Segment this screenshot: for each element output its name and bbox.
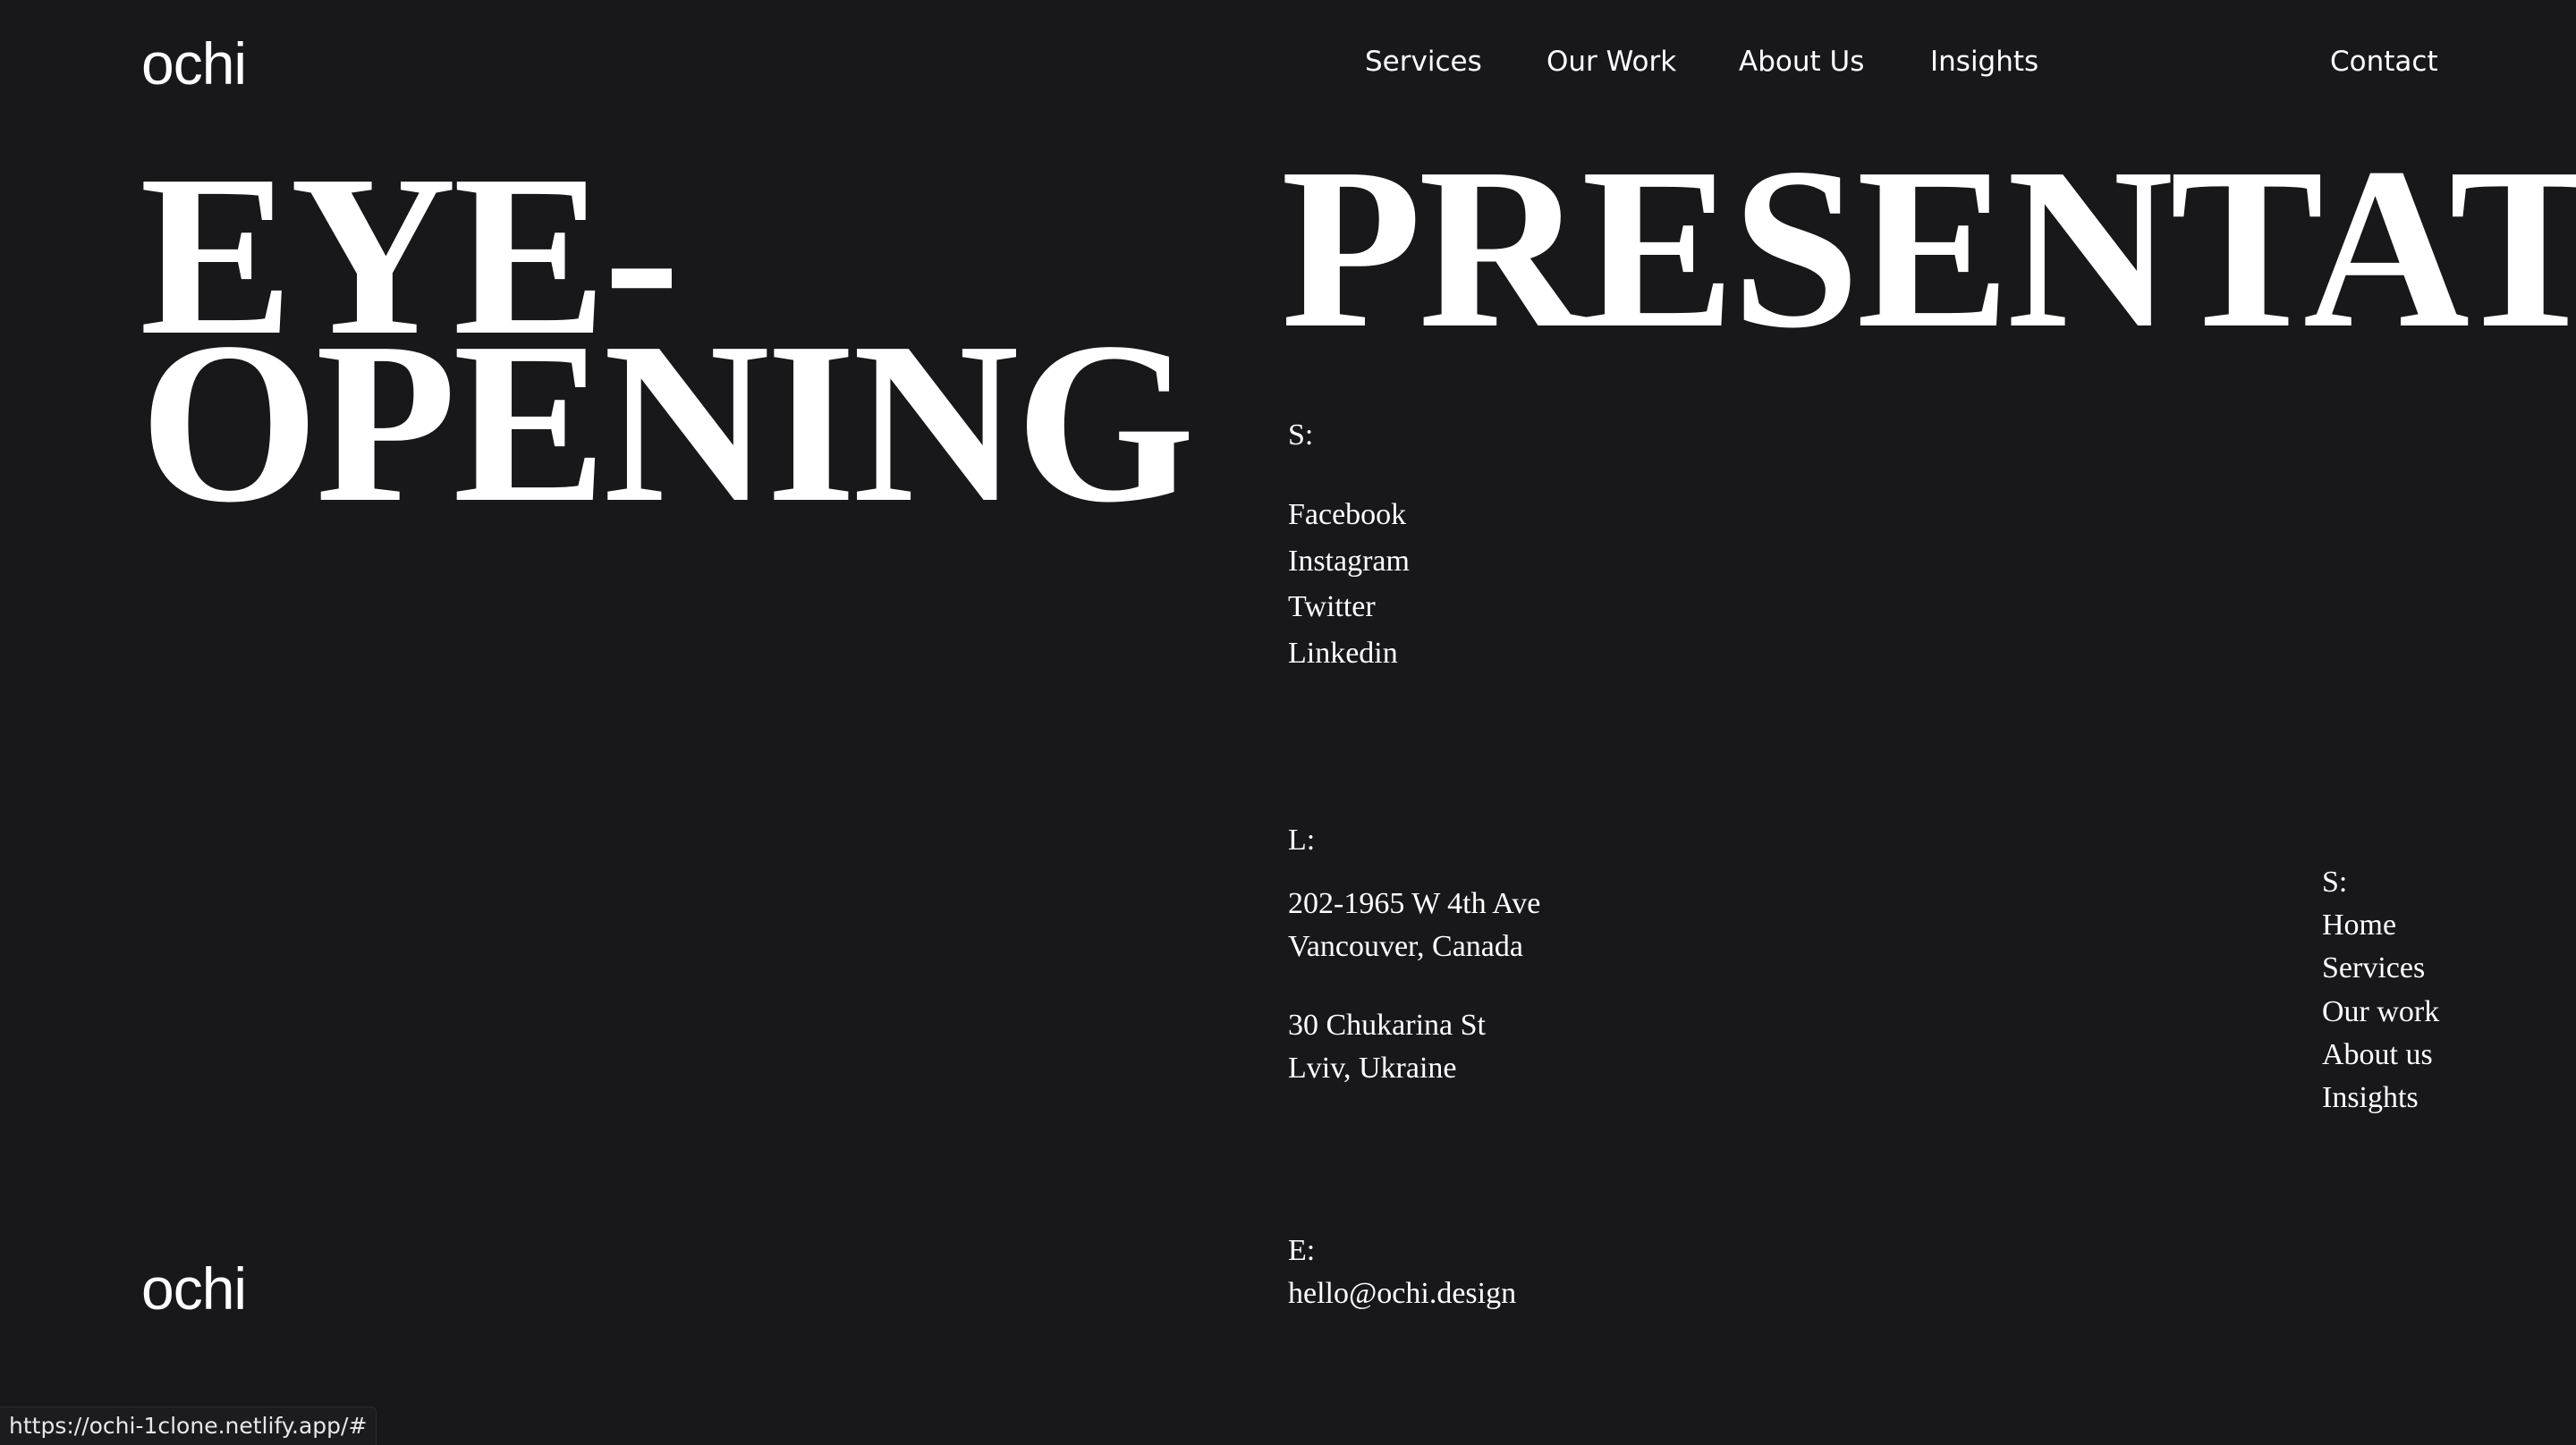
address-lviv-city: Lviv, Ukraine <box>1288 1052 1457 1085</box>
hero-headline-left: EYE- OPENING <box>140 139 1240 551</box>
nav-about-us[interactable]: About Us <box>1739 48 1864 76</box>
footer-logo-wordmark: ochi <box>141 1255 247 1322</box>
nav-our-work[interactable]: Our Work <box>1546 48 1676 76</box>
address-lviv: 30 Chukarina St Lviv, Ukraine <box>1288 1004 1486 1090</box>
nav-contact[interactable]: Contact <box>2330 48 2438 76</box>
nav-insights[interactable]: Insights <box>1930 48 2038 76</box>
social-link-twitter[interactable]: Twitter <box>1288 584 1410 630</box>
sitemap-list: Home Services Our work About us Insights <box>2322 904 2439 1120</box>
social-link-instagram[interactable]: Instagram <box>1288 538 1410 585</box>
sitemap-link-our-work[interactable]: Our work <box>2322 991 2439 1034</box>
address-vancouver-street: 202-1965 W 4th Ave <box>1288 887 1541 920</box>
social-link-linkedin[interactable]: Linkedin <box>1288 630 1410 677</box>
socials-label: S: <box>1288 418 1314 452</box>
address-lviv-street: 30 Chukarina St <box>1288 1009 1486 1042</box>
header-logo[interactable]: ochi <box>141 34 247 93</box>
address-vancouver-city: Vancouver, Canada <box>1288 930 1523 963</box>
sitemap-link-about-us[interactable]: About us <box>2322 1034 2439 1077</box>
email-link[interactable]: hello@ochi.design <box>1288 1279 1516 1309</box>
browser-status-bar: https://ochi-1clone.netlify.app/# <box>0 1407 377 1445</box>
nav-services[interactable]: Services <box>1365 48 1482 76</box>
hero-line-opening: OPENING <box>140 294 1195 551</box>
logo-wordmark: ochi <box>141 30 247 97</box>
address-vancouver: 202-1965 W 4th Ave Vancouver, Canada <box>1288 883 1540 968</box>
sitemap-link-insights[interactable]: Insights <box>2322 1077 2439 1120</box>
sitemap-link-services[interactable]: Services <box>2322 947 2439 990</box>
sitemap-link-home[interactable]: Home <box>2322 904 2439 947</box>
hero-headline-right: PRESENTATI <box>1281 120 2576 376</box>
footer-logo[interactable]: ochi <box>141 1259 247 1318</box>
locations-label: L: <box>1288 824 1316 857</box>
sitemap-label: S: <box>2322 866 2348 899</box>
email-label: E: <box>1288 1234 1316 1267</box>
social-link-facebook[interactable]: Facebook <box>1288 492 1410 538</box>
socials-list: Facebook Instagram Twitter Linkedin <box>1288 492 1410 676</box>
